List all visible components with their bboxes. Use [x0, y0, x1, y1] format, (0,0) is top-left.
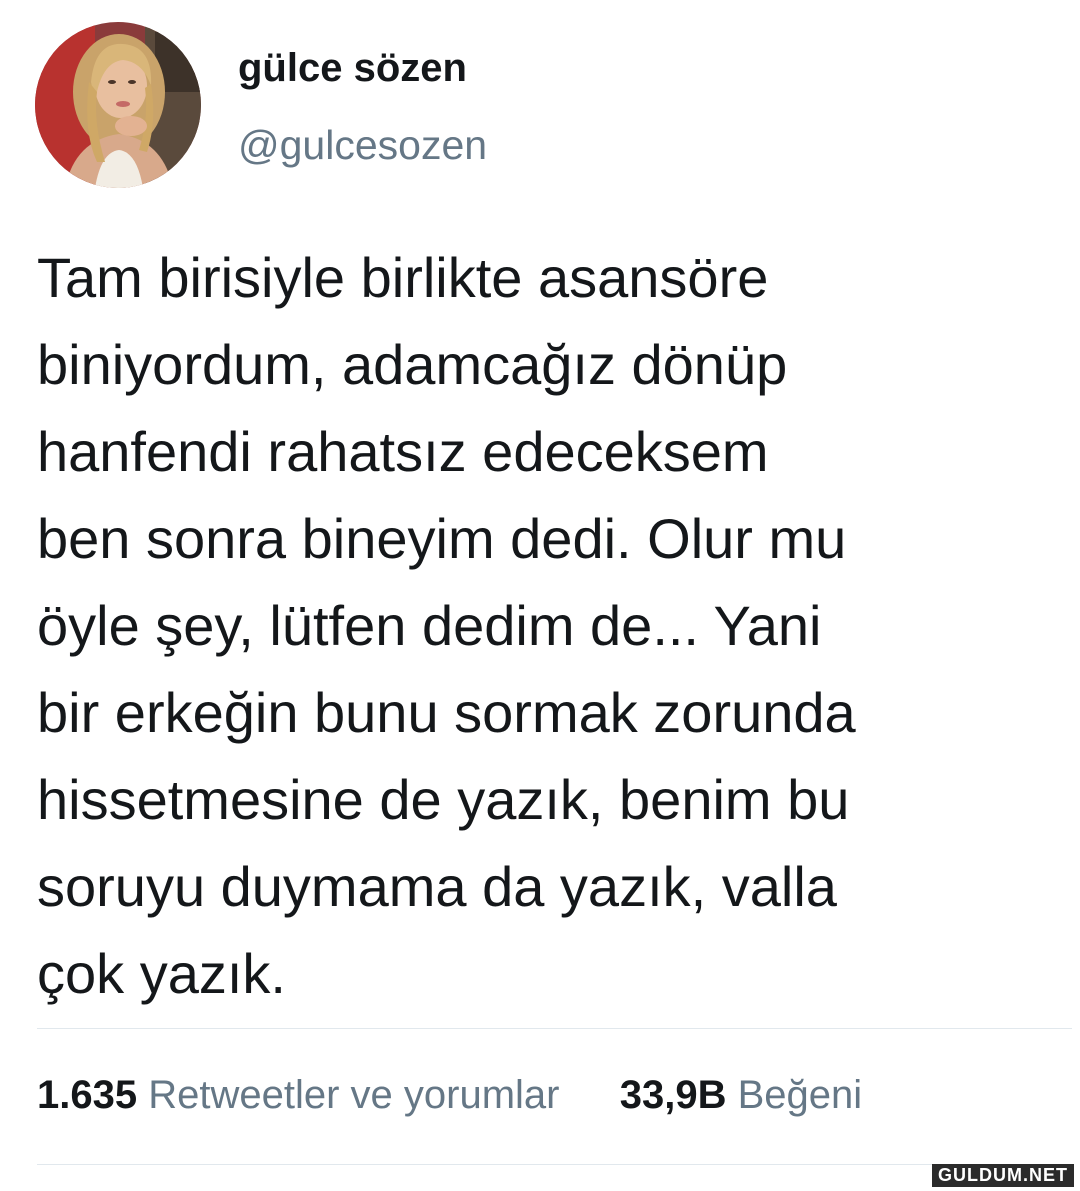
stats-divider-bottom [37, 1164, 1072, 1165]
retweets-stat[interactable]: 1.635 Retweetler ve yorumlar [37, 1073, 571, 1117]
tweet-stats: 1.635 Retweetler ve yorumlar 33,9B Beğen… [37, 1073, 862, 1118]
tweet-line: hanfendi rahatsız edeceksem [37, 420, 769, 483]
tweet-line: çok yazık. [37, 942, 286, 1005]
likes-label: Beğeni [737, 1073, 863, 1117]
watermark: GULDUM.NET [932, 1164, 1074, 1187]
stats-divider-top [37, 1028, 1072, 1029]
tweet-text: Tam birisiyle birlikte asansöre biniyord… [37, 234, 1067, 1017]
tweet-line: ben sonra bineyim dedi. Olur mu [37, 507, 847, 570]
tweet-line: hissetmesine de yazık, benim bu [37, 768, 850, 831]
likes-count: 33,9B [619, 1073, 727, 1117]
retweets-count: 1.635 [37, 1073, 138, 1117]
tweet-line: öyle şey, lütfen dedim de... Yani [37, 594, 822, 657]
avatar[interactable] [35, 22, 201, 188]
display-name[interactable]: gülce sözen [238, 46, 467, 91]
tweet-line: soruyu duymama da yazık, valla [37, 855, 837, 918]
tweet-line: bir erkeğin bunu sormak zorunda [37, 681, 856, 744]
tweet-line: biniyordum, adamcağız dönüp [37, 333, 788, 396]
retweets-label: Retweetler ve yorumlar [148, 1073, 560, 1117]
user-handle[interactable]: @gulcesozen [238, 122, 487, 169]
likes-stat[interactable]: 33,9B Beğeni [620, 1073, 862, 1117]
tweet-line: Tam birisiyle birlikte asansöre [37, 246, 769, 309]
